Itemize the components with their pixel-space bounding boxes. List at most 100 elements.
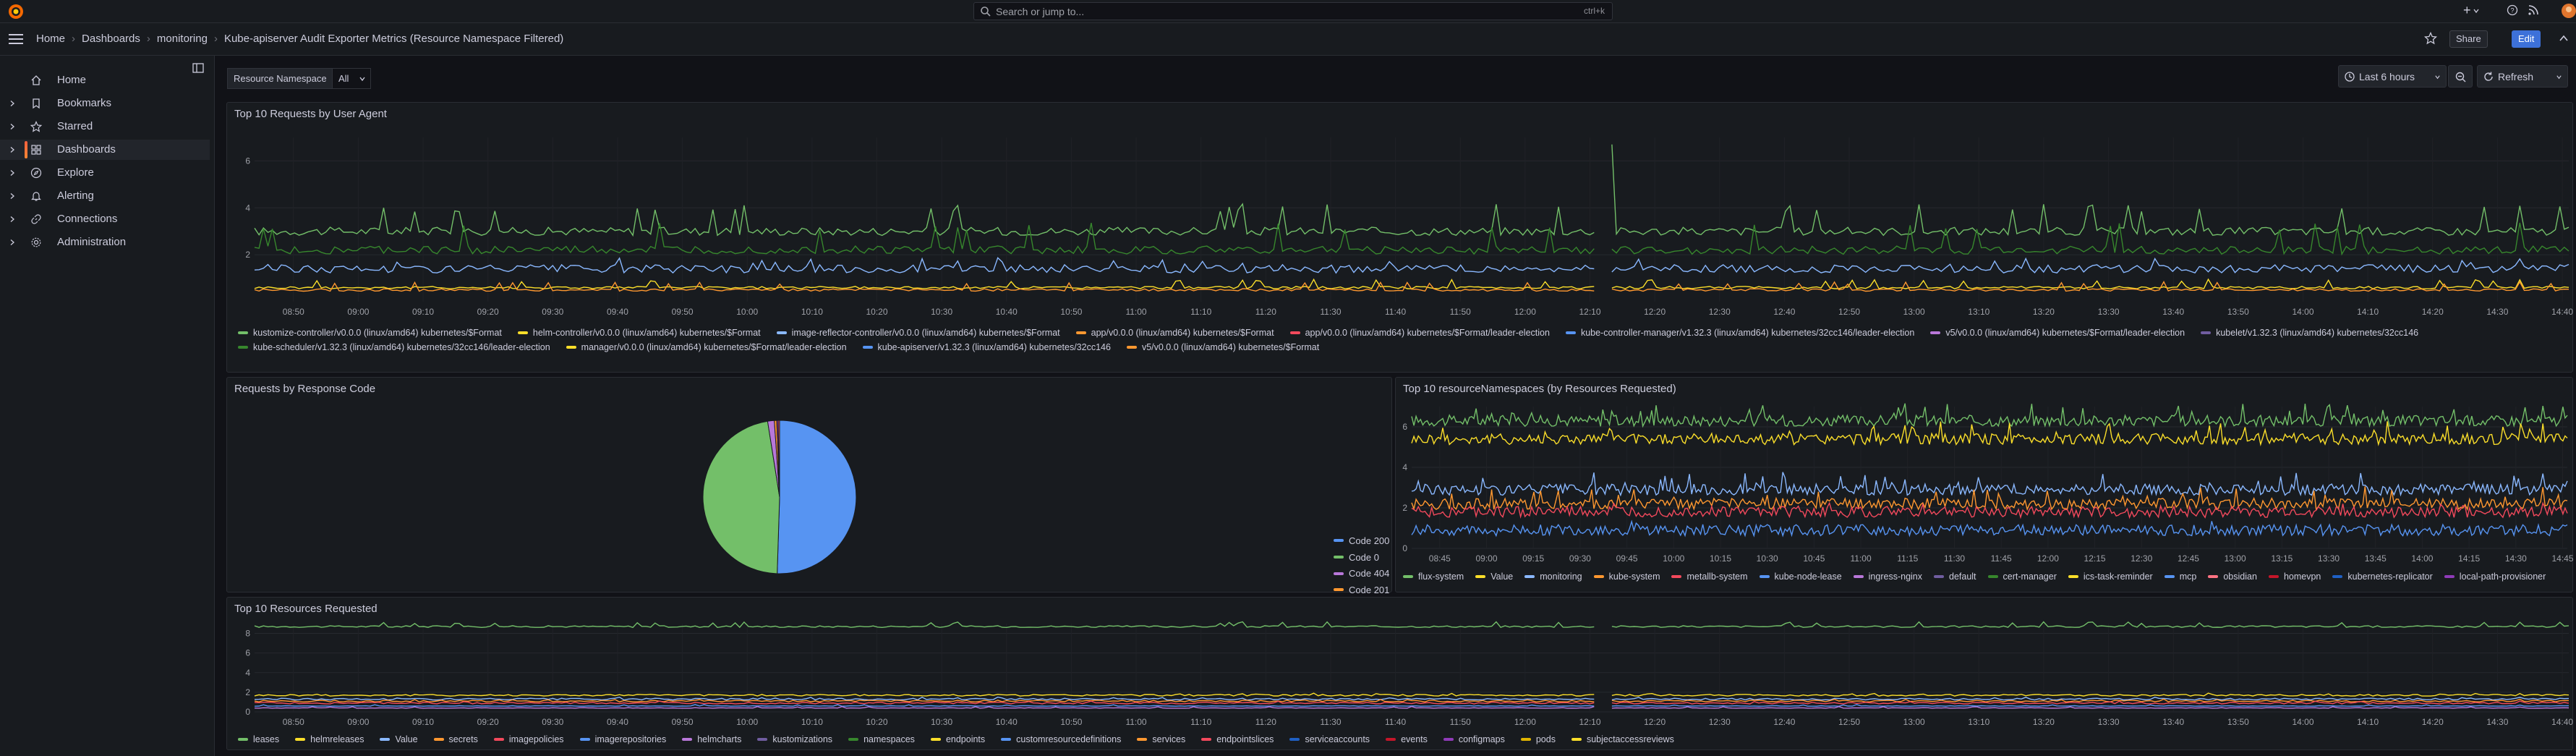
legend-item[interactable]: helmreleases	[295, 734, 364, 744]
legend-item[interactable]: Code 201	[1334, 582, 1389, 598]
chevron-down-icon[interactable]	[2473, 8, 2479, 14]
breadcrumb-home[interactable]: Home	[36, 33, 65, 45]
legend-item[interactable]: pods	[1520, 734, 1556, 744]
series-line[interactable]	[254, 621, 2569, 629]
legend-item[interactable]: secrets	[433, 734, 478, 744]
panel-namespaces[interactable]: Top 10 resourceNamespaces (by Resources …	[1395, 377, 2574, 593]
response-code-pie[interactable]	[227, 378, 1393, 593]
legend-item[interactable]: kube-controller-manager/v1.32.3 (linux/a…	[1565, 328, 1914, 338]
legend-item[interactable]: helm-controller/v0.0.0 (linux/amd64) kub…	[517, 328, 761, 338]
sidebar-item-home[interactable]: Home	[0, 70, 210, 90]
share-button[interactable]: Share	[2449, 30, 2488, 48]
help-icon[interactable]: ?	[2507, 4, 2518, 16]
legend-item[interactable]: Code 200	[1334, 532, 1389, 549]
legend-item[interactable]: customresourcedefinitions	[1001, 734, 1121, 744]
legend-item[interactable]: configmaps	[1443, 734, 1505, 744]
variable-select[interactable]: All	[332, 68, 371, 89]
legend-item[interactable]: subjectaccessreviews	[1571, 734, 1674, 744]
legend-item[interactable]: local-path-provisioner	[2444, 572, 2546, 582]
panel-resources[interactable]: Top 10 Resources Requested 0 2 4 6 8 08:50 09:…	[226, 597, 2573, 750]
sidebar-item-bookmarks[interactable]: Bookmarks	[0, 93, 210, 114]
sidebar-item-starred[interactable]: Starred	[0, 116, 210, 137]
grafana-logo-icon[interactable]	[7, 3, 25, 20]
legend-item[interactable]: flux-system	[1403, 572, 1464, 582]
series-line[interactable]	[1411, 519, 2568, 538]
favorite-star-icon[interactable]	[2424, 32, 2437, 45]
series-line[interactable]	[1411, 501, 2568, 519]
time-range-picker[interactable]: Last 6 hours	[2338, 65, 2447, 88]
legend-item[interactable]: events	[1386, 734, 1428, 744]
legend-item[interactable]: imagerepositories	[579, 734, 666, 744]
legend-item[interactable]: cert-manager	[1987, 572, 2057, 582]
legend-item[interactable]: v5/v0.0.0 (linux/amd64) kubernetes/$Form…	[1126, 342, 1319, 352]
sidebar-item-alerting[interactable]: Alerting	[0, 186, 210, 206]
news-rss-icon[interactable]	[2528, 4, 2539, 16]
legend-item[interactable]: kube-scheduler/v1.32.3 (linux/amd64) kub…	[238, 342, 550, 352]
legend-item[interactable]: serviceaccounts	[1289, 734, 1370, 744]
legend-item[interactable]: helmcharts	[682, 734, 741, 744]
legend-item[interactable]: app/v0.0.0 (linux/amd64) kubernetes/$For…	[1289, 328, 1550, 338]
chevron-right-icon[interactable]	[9, 100, 16, 107]
series-line[interactable]	[254, 257, 2569, 274]
breadcrumb-monitoring[interactable]: monitoring	[157, 33, 208, 45]
chevron-right-icon[interactable]	[9, 123, 16, 130]
legend-item[interactable]: kubelet/v1.32.3 (linux/amd64) kubernetes…	[2201, 328, 2418, 338]
series-line[interactable]	[254, 692, 2569, 697]
sidebar-item-dashboards[interactable]: Dashboards	[0, 140, 210, 160]
legend-item[interactable]: monitoring	[1524, 572, 1582, 582]
search-bar[interactable]: Search or jump to... ctrl+k	[973, 2, 1613, 20]
series-line[interactable]	[254, 704, 2569, 707]
legend-item[interactable]: kube-apiserver/v1.32.3 (linux/amd64) kub…	[862, 342, 1111, 352]
chevron-right-icon[interactable]	[9, 216, 16, 223]
legend-item[interactable]: leases	[238, 734, 279, 744]
chevron-up-icon[interactable]	[2559, 33, 2569, 43]
sidebar-item-explore[interactable]: Explore	[0, 163, 210, 183]
sidebar-item-connections[interactable]: Connections	[0, 209, 210, 229]
legend-item[interactable]: metallb-system	[1671, 572, 1748, 582]
legend-item[interactable]: services	[1137, 734, 1185, 744]
chevron-right-icon[interactable]	[9, 169, 16, 177]
sidebar-item-administration[interactable]: Administration	[0, 232, 210, 252]
legend-item[interactable]: kubernetes-replicator	[2332, 572, 2433, 582]
legend-item[interactable]: Value	[1475, 572, 1513, 582]
legend-item[interactable]: ingress-nginx	[1853, 572, 1922, 582]
panel-response-code[interactable]: Requests by Response Code Code 200 Code 0…	[226, 377, 1393, 710]
legend-item[interactable]: kube-node-lease	[1759, 572, 1842, 582]
legend-item[interactable]: obsidian	[2208, 572, 2257, 582]
chevron-right-icon[interactable]	[9, 239, 16, 246]
new-button[interactable]: +	[2463, 3, 2471, 18]
user-avatar-icon[interactable]	[2561, 3, 2576, 19]
series-line[interactable]	[254, 696, 2569, 701]
legend-item[interactable]: imagepolicies	[493, 734, 564, 744]
legend-item[interactable]: mcp	[2164, 572, 2196, 582]
legend-item[interactable]: Value	[380, 734, 418, 744]
legend-item[interactable]: image-reflector-controller/v0.0.0 (linux…	[776, 328, 1060, 338]
series-line[interactable]	[254, 705, 2569, 709]
legend-item[interactable]: default	[1934, 572, 1976, 582]
legend-item[interactable]: v5/v0.0.0 (linux/amd64) kubernetes/$Form…	[1930, 328, 2185, 338]
legend-item[interactable]: endpoints	[930, 734, 985, 744]
series-line[interactable]	[254, 144, 2569, 237]
breadcrumb-dashboards[interactable]: Dashboards	[82, 33, 140, 45]
menu-icon[interactable]	[9, 33, 23, 46]
legend-item[interactable]: manager/v0.0.0 (linux/amd64) kubernetes/…	[566, 342, 847, 352]
refresh-button[interactable]: Refresh	[2477, 65, 2568, 88]
legend-item[interactable]: ics-task-reminder	[2068, 572, 2153, 582]
edit-button[interactable]: Edit	[2512, 30, 2541, 48]
legend-item[interactable]: Code 404	[1334, 565, 1389, 582]
series-line[interactable]	[1411, 403, 2568, 428]
legend-item[interactable]: kustomizations	[757, 734, 832, 744]
chevron-right-icon[interactable]	[9, 192, 16, 200]
legend-item[interactable]: kube-system	[1593, 572, 1660, 582]
legend-item[interactable]: Code 0	[1334, 549, 1389, 566]
series-line[interactable]	[254, 280, 2569, 292]
legend-item[interactable]: app/v0.0.0 (linux/amd64) kubernetes/$For…	[1075, 328, 1274, 338]
pie-slice[interactable]	[702, 420, 780, 574]
series-line[interactable]	[254, 278, 2569, 290]
chevron-right-icon[interactable]	[9, 146, 16, 153]
series-line[interactable]	[1411, 472, 2568, 497]
pie-slice[interactable]	[777, 420, 857, 574]
panel-user-agent[interactable]: Top 10 Requests by User Agent 2 4 6 08:50 09…	[226, 102, 2573, 373]
legend-item[interactable]: homevpn	[2268, 572, 2321, 582]
series-line[interactable]	[254, 222, 2569, 256]
